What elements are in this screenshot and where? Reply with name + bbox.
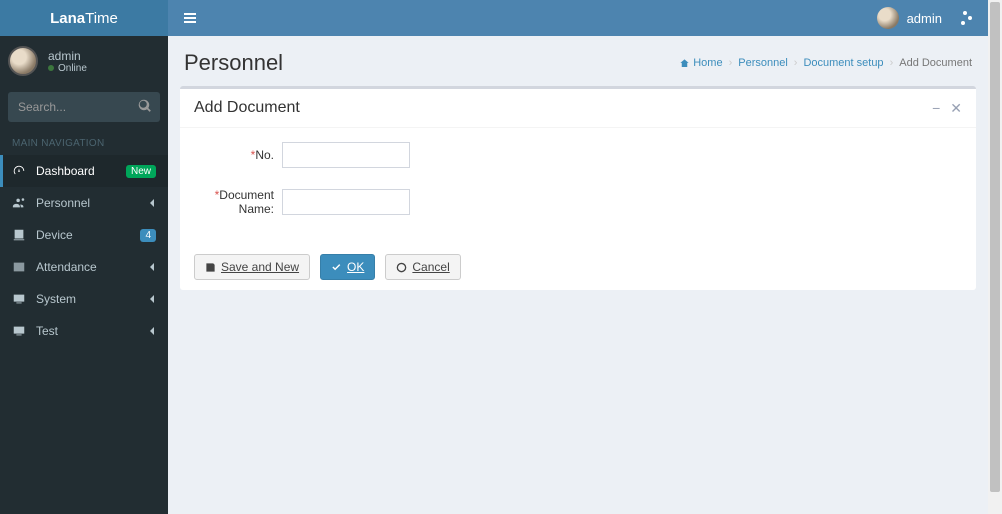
sidebar-item-dashboard[interactable]: Dashboard New [0,155,168,187]
sidebar-item-label: Device [36,228,130,242]
breadcrumb-personnel[interactable]: Personnel [738,57,788,69]
panel-header: Add Document − ✕ [180,89,976,128]
avatar [8,46,38,76]
close-button[interactable]: ✕ [950,101,962,115]
content-header: Personnel Home › Personnel › Document se… [168,36,988,86]
user-name: admin [48,49,87,63]
test-icon [12,324,26,338]
nav-header: MAIN NAVIGATION [0,128,168,155]
chevron-left-icon [148,294,156,304]
search-container [8,92,160,122]
breadcrumb-separator: › [794,57,798,69]
personnel-icon [12,196,26,210]
vertical-scrollbar[interactable] [988,0,1002,514]
chevron-left-icon [148,326,156,336]
sidebar-item-label: Test [36,324,138,338]
chevron-left-icon [148,198,156,208]
count-badge: 4 [140,229,156,242]
ok-button[interactable]: OK [320,254,375,280]
breadcrumb-home[interactable]: Home [679,57,722,69]
topbar: admin [168,0,988,36]
sidebar-item-personnel[interactable]: Personnel [0,187,168,219]
sidebar-item-system[interactable]: System [0,283,168,315]
user-panel: admin Online [0,36,168,86]
sidebar-item-label: System [36,292,138,306]
check-icon [331,262,342,273]
form-row-document-name: *Document Name: [194,188,962,216]
collapse-button[interactable]: − [932,101,940,115]
panel-footer: Save and New OK Cancel [180,244,976,290]
device-icon [12,228,26,242]
topbar-user-name: admin [907,11,942,26]
sidebar-item-test[interactable]: Test [0,315,168,347]
breadcrumb-separator: › [729,57,733,69]
breadcrumb-document-setup[interactable]: Document setup [803,57,883,69]
status-text: Online [58,63,87,74]
main-area: admin Personnel Home › Personnel › Docum… [168,0,988,514]
user-info: admin Online [48,49,87,74]
cancel-icon [396,262,407,273]
home-icon [679,58,690,69]
avatar [877,7,899,29]
document-name-label: *Document Name: [194,188,274,216]
sidebar-item-label: Personnel [36,196,138,210]
panel-tools: − ✕ [932,101,962,115]
hamburger-icon[interactable] [182,10,198,26]
system-icon [12,292,26,306]
status-dot-icon [48,65,54,71]
gears-icon[interactable] [958,10,974,26]
page-title: Personnel [184,50,283,76]
cancel-button[interactable]: Cancel [385,254,460,280]
chevron-left-icon [148,262,156,272]
brand-light: Time [85,10,118,27]
no-input[interactable] [282,142,410,168]
dashboard-icon [12,164,26,178]
search-icon[interactable] [138,99,152,113]
save-icon [205,262,216,273]
sidebar-item-label: Dashboard [36,164,116,178]
panel-body: *No. *Document Name: [180,128,976,244]
sidebar-item-label: Attendance [36,260,138,274]
form-row-no: *No. [194,142,962,168]
breadcrumb-current: Add Document [899,57,972,69]
topbar-user[interactable]: admin [877,7,942,29]
sidebar: LanaTime admin Online MAIN NAVIGATION Da… [0,0,168,514]
user-status: Online [48,63,87,74]
breadcrumb-separator: › [890,57,894,69]
new-badge: New [126,165,156,178]
panel-add-document: Add Document − ✕ *No. *Document Name: [180,86,976,290]
breadcrumb: Home › Personnel › Document setup › Add … [679,57,972,69]
sidebar-item-device[interactable]: Device 4 [0,219,168,251]
save-and-new-button[interactable]: Save and New [194,254,310,280]
sidebar-item-attendance[interactable]: Attendance [0,251,168,283]
panel-title: Add Document [194,99,932,117]
scrollbar-thumb[interactable] [990,2,1000,492]
no-label: *No. [194,148,274,162]
attendance-icon [12,260,26,274]
document-name-input[interactable] [282,189,410,215]
brand-bold: Lana [50,10,85,27]
brand-logo: LanaTime [0,0,168,36]
